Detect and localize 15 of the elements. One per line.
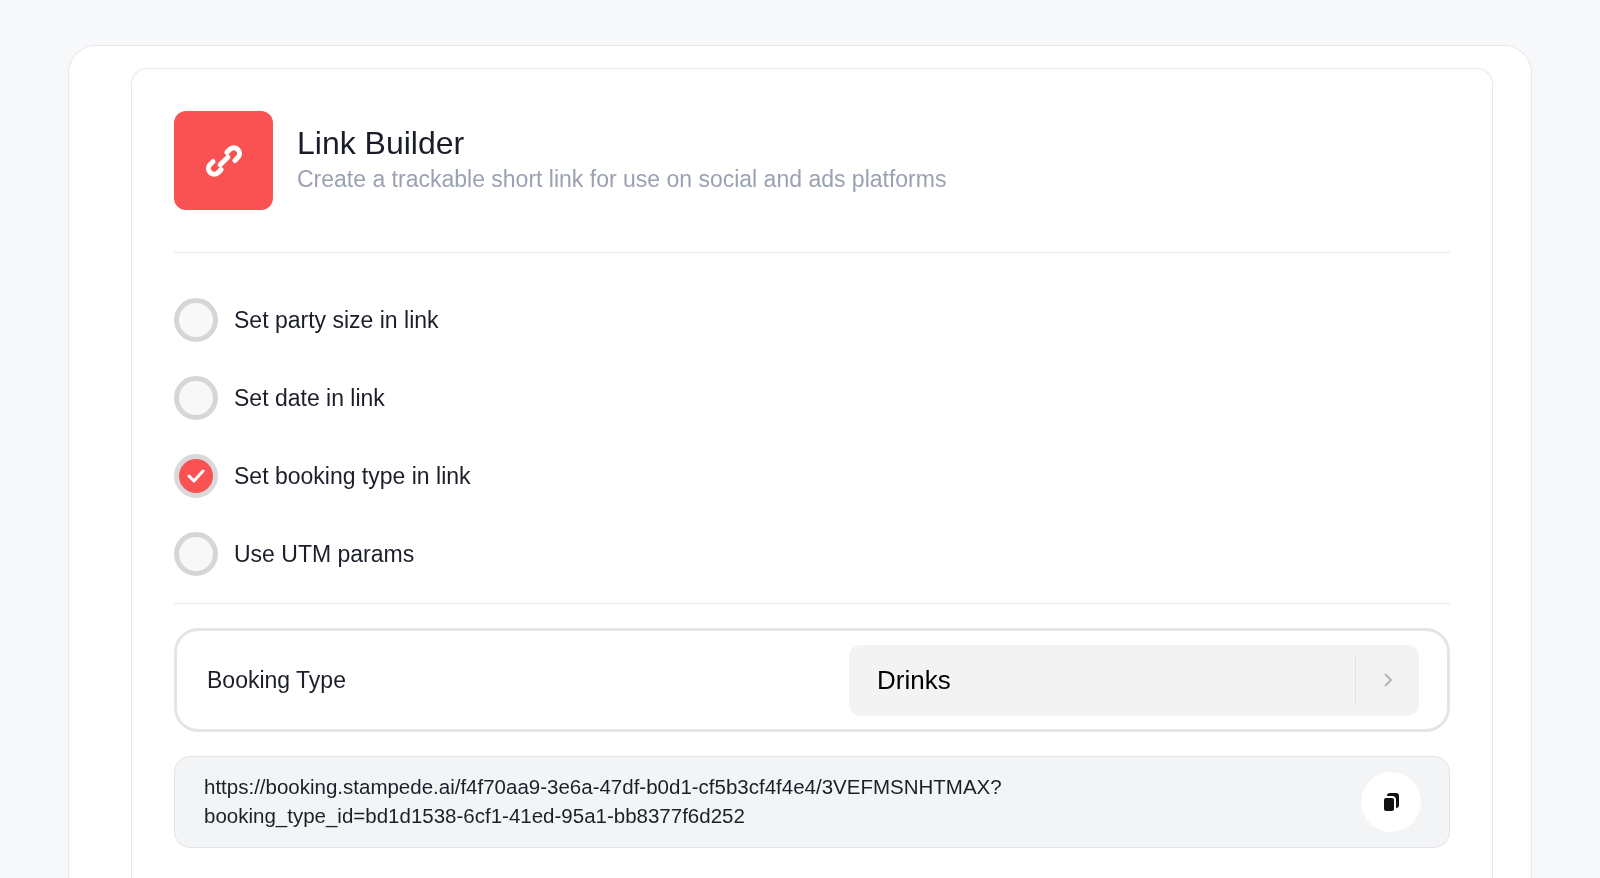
radio-button[interactable] [174, 298, 218, 342]
option-label: Set date in link [234, 383, 385, 413]
option-label: Set booking type in link [234, 461, 471, 491]
option-label: Set party size in link [234, 305, 439, 335]
checked-radio[interactable] [174, 454, 218, 498]
checkmark-icon [187, 469, 205, 483]
option-label: Use UTM params [234, 539, 415, 569]
radio-button[interactable] [174, 532, 218, 576]
link-icon [174, 111, 273, 210]
page-title: Link Builder [297, 124, 466, 163]
booking-type-label: Booking Type [207, 665, 347, 695]
page-subtitle: Create a trackable short link for use on social and ads platforms [297, 165, 947, 195]
radio-button[interactable] [174, 376, 218, 420]
booking-type-select[interactable]: Drinks [849, 644, 1419, 716]
generated-link-text: https://booking.stampede.ai/f4f70aa9-3e6a-47df-b0d1-cf5b3cf4f4e4/3VEFMSNHTMAX?booking_type_id=bd1d1538-6cf1-41ed-95a1-bb8377f6d252 [204, 774, 1003, 830]
